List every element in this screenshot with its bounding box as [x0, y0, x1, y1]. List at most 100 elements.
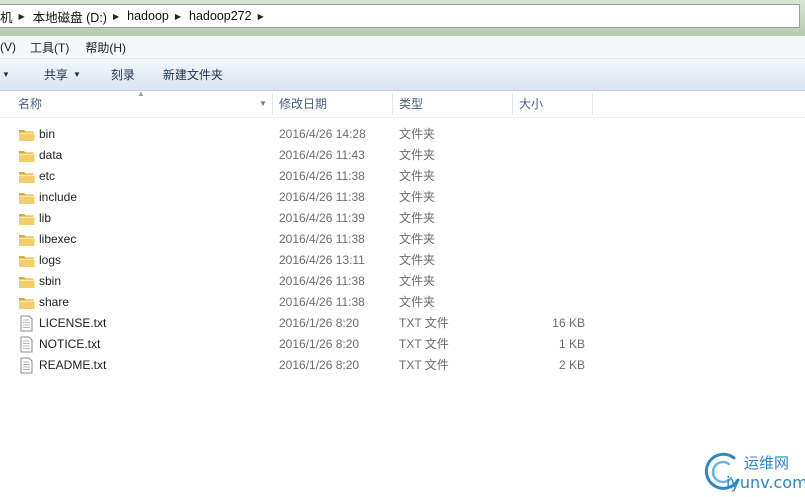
file-name: lib [39, 211, 52, 225]
file-size: 16 KB [552, 316, 585, 330]
file-modified: 2016/4/26 11:39 [279, 211, 365, 225]
column-divider[interactable] [272, 93, 273, 115]
file-type: TXT 文件 [399, 358, 449, 372]
file-name: include [39, 190, 78, 204]
breadcrumb-hadoop[interactable]: hadoop ▶ [127, 5, 189, 27]
text-file-icon [20, 357, 33, 374]
file-modified: 2016/1/26 8:20 [279, 358, 360, 372]
file-modified: 2016/4/26 13:11 [279, 253, 365, 267]
file-name: logs [39, 253, 62, 267]
file-row[interactable]: sbin 2016/4/26 11:38 文件夹 [0, 271, 805, 292]
burn-button[interactable]: 刻录 [111, 66, 135, 83]
file-name: libexec [39, 232, 77, 246]
column-modified[interactable]: 修改日期 [279, 91, 327, 117]
address-bar-area: 机 ▶ 本地磁盘 (D:) ▶ hadoop ▶ hadoop272 ▶ [0, 0, 805, 36]
breadcrumb-label: 机 [0, 10, 13, 25]
folder-icon [19, 151, 35, 162]
breadcrumb-computer[interactable]: 机 ▶ [0, 5, 33, 27]
file-modified: 2016/4/26 11:38 [279, 274, 365, 288]
file-name: etc [39, 169, 56, 183]
watermark-site-text: iyunv.com [726, 473, 805, 492]
column-divider[interactable] [592, 93, 593, 115]
file-name: share [39, 295, 70, 309]
file-type: TXT 文件 [399, 337, 449, 351]
text-file-icon [20, 315, 33, 332]
address-bar[interactable]: 机 ▶ 本地磁盘 (D:) ▶ hadoop ▶ hadoop272 ▶ [0, 4, 800, 28]
chevron-right-icon[interactable]: ▶ [113, 12, 119, 21]
file-row[interactable]: include 2016/4/26 11:38 文件夹 [0, 187, 805, 208]
sort-ascending-icon: ▲ [137, 89, 145, 98]
share-button[interactable]: 共享 ▼ [44, 66, 81, 83]
file-row[interactable]: README.txt 2016/1/26 8:20 TXT 文件 2 KB [0, 355, 805, 376]
folder-icon [19, 193, 35, 204]
column-type[interactable]: 类型 [399, 91, 423, 117]
breadcrumb-label: 本地磁盘 (D:) [32, 10, 107, 25]
file-size: 2 KB [558, 358, 585, 372]
folder-icon [19, 214, 35, 225]
command-bar: ▼ 共享 ▼ 刻录 新建文件夹 [0, 59, 805, 91]
file-row[interactable]: logs 2016/4/26 13:11 文件夹 [0, 250, 805, 271]
file-modified: 2016/1/26 8:20 [279, 337, 360, 351]
menu-bar: (V) 工具(T) 帮助(H) [0, 36, 805, 59]
new-folder-button[interactable]: 新建文件夹 [163, 66, 223, 83]
file-modified: 2016/4/26 11:38 [279, 232, 365, 246]
file-name: NOTICE.txt [39, 337, 101, 351]
file-row[interactable]: etc 2016/4/26 11:38 文件夹 [0, 166, 805, 187]
share-label: 共享 [43, 68, 68, 82]
chevron-right-icon[interactable]: ▶ [258, 12, 264, 21]
file-type: 文件夹 [399, 274, 436, 288]
file-type: 文件夹 [399, 148, 436, 162]
folder-icon [19, 277, 35, 288]
folder-icon [19, 130, 35, 141]
file-modified: 2016/4/26 11:43 [279, 148, 365, 162]
file-modified: 2016/4/26 14:28 [279, 127, 366, 141]
chevron-down-icon[interactable]: ▼ [259, 91, 267, 117]
watermark-cn-text: 运维网 [744, 455, 790, 472]
site-watermark: 运维网 iyunv.com [700, 448, 805, 497]
chevron-right-icon[interactable]: ▶ [19, 12, 25, 21]
column-divider[interactable] [392, 93, 393, 115]
file-row[interactable]: share 2016/4/26 11:38 文件夹 [0, 292, 805, 313]
menu-view[interactable]: (V) [0, 40, 16, 54]
folder-icon [19, 235, 35, 246]
file-modified: 2016/1/26 8:20 [279, 316, 360, 330]
file-name: sbin [39, 274, 62, 288]
file-row[interactable]: bin 2016/4/26 14:28 文件夹 [0, 124, 805, 145]
file-type: 文件夹 [399, 211, 436, 225]
file-type: 文件夹 [399, 295, 436, 309]
breadcrumb-label: hadoop272 [189, 9, 252, 23]
file-row[interactable]: libexec 2016/4/26 11:38 文件夹 [0, 229, 805, 250]
column-divider[interactable] [512, 93, 513, 115]
column-name[interactable]: 名称 [18, 91, 42, 117]
file-row[interactable]: data 2016/4/26 11:43 文件夹 [0, 145, 805, 166]
column-size[interactable]: 大小 [519, 91, 543, 117]
file-modified: 2016/4/26 11:38 [279, 295, 365, 309]
folder-icon [19, 298, 35, 309]
breadcrumb-drive[interactable]: 本地磁盘 (D:) ▶ [33, 5, 127, 27]
file-name: bin [39, 127, 56, 141]
breadcrumb-hadoop272[interactable]: hadoop272 ▶ [189, 5, 272, 27]
menu-help[interactable]: 帮助(H) [85, 39, 126, 56]
file-row[interactable]: LICENSE.txt 2016/1/26 8:20 TXT 文件 16 KB [0, 313, 805, 334]
file-modified: 2016/4/26 11:38 [279, 169, 365, 183]
file-type: 文件夹 [399, 127, 436, 141]
text-file-icon [20, 336, 33, 353]
file-type: TXT 文件 [399, 316, 449, 330]
file-list: bin 2016/4/26 14:28 文件夹 data 2016/4/26 1… [0, 124, 805, 376]
folder-icon [19, 172, 35, 183]
file-type: 文件夹 [399, 232, 436, 246]
column-header-row: ▲ 名称 ▼ 修改日期 类型 大小 [0, 89, 805, 118]
menu-tools[interactable]: 工具(T) [30, 39, 69, 56]
folder-icon [19, 256, 35, 267]
organize-dropdown-icon[interactable]: ▼ [2, 70, 10, 79]
file-row[interactable]: NOTICE.txt 2016/1/26 8:20 TXT 文件 1 KB [0, 334, 805, 355]
chevron-down-icon: ▼ [72, 70, 81, 79]
chevron-right-icon[interactable]: ▶ [175, 12, 181, 21]
file-modified: 2016/4/26 11:38 [279, 190, 365, 204]
file-type: 文件夹 [399, 190, 436, 204]
file-size: 1 KB [558, 337, 585, 351]
file-type: 文件夹 [399, 169, 436, 183]
file-name: data [39, 148, 63, 162]
file-row[interactable]: lib 2016/4/26 11:39 文件夹 [0, 208, 805, 229]
breadcrumb-label: hadoop [127, 9, 169, 23]
